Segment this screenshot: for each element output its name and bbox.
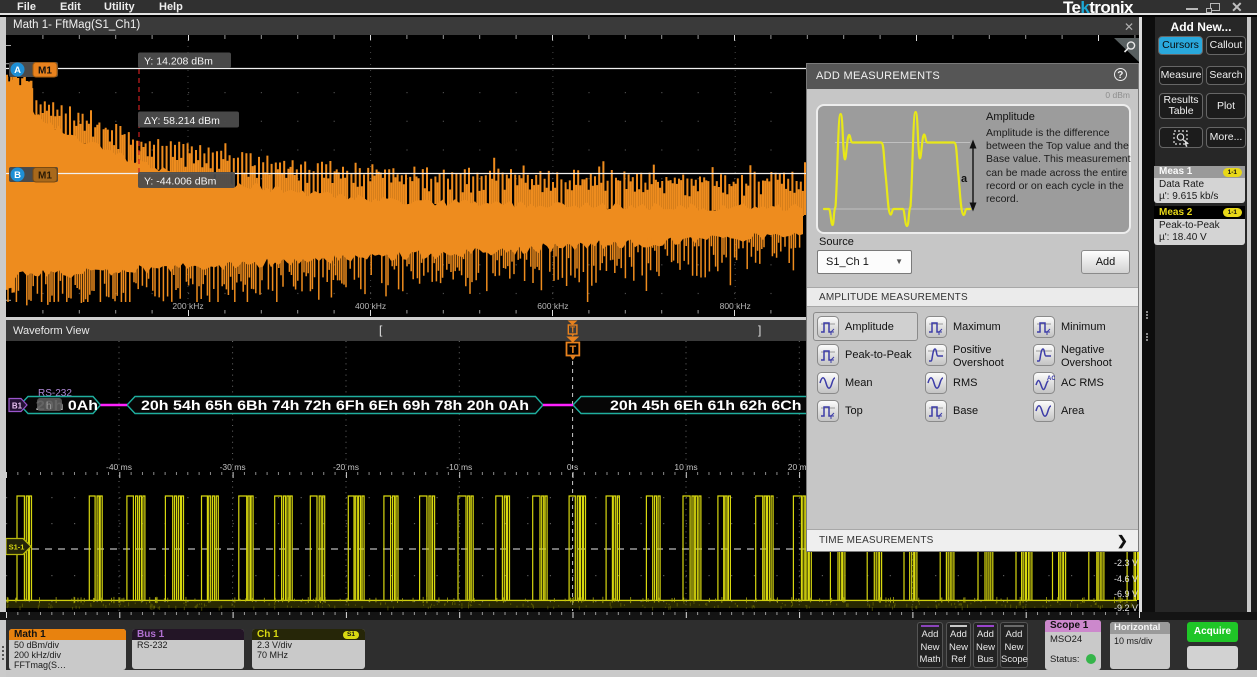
svg-text:-10 ms: -10 ms — [446, 462, 472, 472]
svg-text:A: A — [14, 65, 21, 76]
svg-text:800 kHz: 800 kHz — [720, 301, 751, 311]
svg-text:-6.9 V: -6.9 V — [1114, 589, 1138, 599]
svg-text:10 ms: 10 ms — [674, 462, 697, 472]
svg-text:-20 ms: -20 ms — [333, 462, 359, 472]
svg-text:600 kHz: 600 kHz — [537, 301, 568, 311]
svg-text:ΔY: 58.214 dBm: ΔY: 58.214 dBm — [144, 115, 220, 127]
svg-text:20h 54h 65h 6Bh 74h 72h 6Fh 6E: 20h 54h 65h 6Bh 74h 72h 6Fh 6Eh 69h 78h … — [141, 397, 529, 413]
svg-text:0 s: 0 s — [567, 462, 578, 472]
svg-text:T: T — [570, 344, 577, 356]
svg-text:-30 ms: -30 ms — [220, 462, 246, 472]
svg-text:M1: M1 — [38, 66, 52, 77]
svg-text:-40 ms: -40 ms — [106, 462, 132, 472]
svg-text:AC: AC — [1047, 376, 1055, 382]
svg-text:a: a — [961, 173, 968, 185]
svg-text:M1: M1 — [38, 171, 52, 182]
svg-text:h: h — [46, 401, 52, 412]
svg-text:-4.6 V: -4.6 V — [1114, 574, 1138, 584]
svg-text:400 kHz: 400 kHz — [355, 301, 386, 311]
svg-text:B: B — [14, 170, 21, 181]
svg-text:-9.2 V: -9.2 V — [1114, 603, 1138, 612]
svg-text:Y: 14.208 dBm: Y: 14.208 dBm — [144, 56, 213, 68]
svg-text:T: T — [570, 326, 575, 335]
svg-text:S1-1: S1-1 — [9, 543, 25, 552]
svg-text:-2.3 V: -2.3 V — [1114, 558, 1138, 568]
svg-text:200 kHz: 200 kHz — [172, 301, 203, 311]
svg-text:B1: B1 — [12, 402, 23, 411]
svg-text:Y: -44.006 dBm: Y: -44.006 dBm — [144, 176, 217, 188]
